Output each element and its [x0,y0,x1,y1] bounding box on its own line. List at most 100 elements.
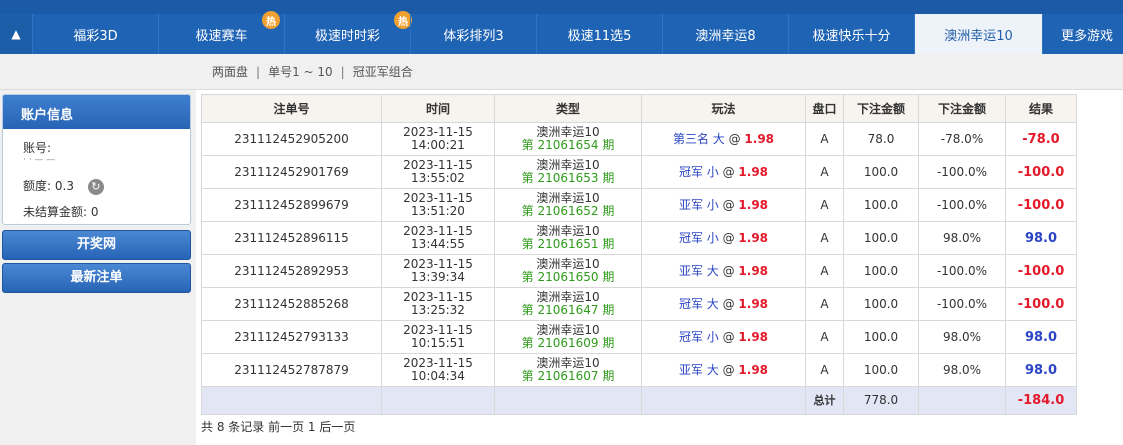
tab-fucai-3d[interactable]: 福彩3D [32,14,158,54]
bet-odds: 1.98 [744,131,775,146]
bet-pan: A [805,155,844,189]
bet-amount: 100.0 [843,353,919,387]
collapse-arrow-icon[interactable]: ▲ [0,14,32,54]
col-header: 玩法 [641,94,806,123]
table-row: 231112452896115 2023-11-15 13:44:55 澳洲幸运10 第… [201,221,1077,255]
bet-odds: 1.98 [738,263,769,278]
col-header: 时间 [381,94,495,123]
bet-time: 13:55:02 [411,171,465,185]
bet-id: 231112452899679 [201,188,382,222]
bet-result: -100.0 [1005,287,1077,321]
tab-aozhou-xingyun8[interactable]: 澳洲幸运8 [662,14,788,54]
table-header-row: 注单号 时间 类型 玩法 盘口 下注金额 下注金额 结果 [201,94,1077,123]
sidebar: 账户信息 账号: · · — — 额度: 0.3 ↻ 未结算金额: 0 开奖网 … [0,90,196,445]
bet-result: 98.0 [1005,221,1077,255]
bet-issue: 第 21061653 期 [521,171,615,185]
col-header: 下注金额 [843,94,919,123]
bet-id: 231112452793133 [201,320,382,354]
bet-pan: A [805,254,844,288]
table-row: 231112452892953 2023-11-15 13:39:34 澳洲幸运10 第… [201,254,1077,288]
bet-pan: A [805,122,844,156]
refresh-icon[interactable]: ↻ [87,178,104,195]
bet-issue: 第 21061650 期 [521,270,615,284]
bet-pan: A [805,353,844,387]
table-row: 231112452787879 2023-11-15 10:04:34 澳洲幸运10 第… [201,353,1077,387]
subnav-danhao[interactable]: 单号1 ~ 10 [268,65,333,79]
bet-play: 冠军 小 [678,230,719,245]
bet-result: -100.0 [1005,188,1077,222]
bet-play: 第三名 大 [672,131,725,146]
bet-odds: 1.98 [738,329,769,344]
bet-result: -78.0 [1005,122,1077,156]
account-label: 账号: [23,141,52,155]
bet-time: 13:25:32 [411,303,465,317]
col-header: 类型 [494,94,642,123]
bet-pan: A [805,221,844,255]
bet-amount: 100.0 [843,254,919,288]
pager: 共 8 条记录 前一页 1 后一页 [201,420,356,434]
col-header: 盘口 [805,94,844,123]
bet-id: 231112452787879 [201,353,382,387]
bet-result: -100.0 [1005,155,1077,189]
tab-jisu-kuaile10[interactable]: 极速快乐十分 [788,14,914,54]
tab-label: 极速时时彩 [314,28,380,44]
bet-id: 231112452901769 [201,155,382,189]
bet-result: 98.0 [1005,320,1077,354]
subnav-guanyajun[interactable]: 冠亚军组合 [353,65,413,79]
tab-label: 澳洲幸运8 [695,28,756,44]
bet-time: 10:04:34 [411,369,465,383]
table-row: 231112452885268 2023-11-15 13:25:32 澳洲幸运10 第… [201,287,1077,321]
tab-label: 澳洲幸运10 [944,28,1013,44]
bet-play: 亚军 大 [678,263,719,278]
col-header: 结果 [1005,94,1077,123]
results-site-button[interactable]: 开奖网 [2,230,191,260]
game-nav: ▲ 福彩3D 极速赛车热 极速时时彩热 体彩排列3 极速11选5 澳洲幸运8 极… [0,11,1123,54]
bet-pan: A [805,287,844,321]
bet-play: 冠军 小 [678,164,719,179]
bet-percent: -100.0% [918,155,1006,189]
account-value: · · — — [23,155,56,165]
bet-amount: 100.0 [843,188,919,222]
tab-jisu-11xuan5[interactable]: 极速11选5 [536,14,662,54]
bet-amount: 78.0 [843,122,919,156]
bet-id: 231112452896115 [201,221,382,255]
bet-issue: 第 21061647 期 [521,303,615,317]
bet-time: 10:15:51 [411,336,465,350]
bet-issue: 第 21061652 期 [521,204,615,218]
table-row: 231112452901769 2023-11-15 13:55:02 澳洲幸运10 第… [201,155,1077,189]
unsettled-value: 0 [90,205,99,219]
bet-amount: 100.0 [843,221,919,255]
bet-result: 98.0 [1005,353,1077,387]
total-amount: 778.0 [843,386,919,415]
bet-percent: -78.0% [918,122,1006,156]
total-row: 总计 778.0 -184.0 [201,386,1077,415]
tab-ticai-pailie3[interactable]: 体彩排列3 [410,14,536,54]
bet-id: 231112452905200 [201,122,382,156]
tab-label: 极速快乐十分 [812,28,891,44]
tab-jisu-saiche[interactable]: 极速赛车热 [158,11,284,54]
tab-more-games[interactable]: 更多游戏 [1042,14,1119,54]
bet-issue: 第 21061651 期 [521,237,615,251]
latest-bets-button[interactable]: 最新注单 [2,263,191,293]
account-panel-title: 账户信息 [3,95,190,129]
tab-aozhou-xingyun10[interactable]: 澳洲幸运10 [914,14,1042,54]
bets-table: 注单号 时间 类型 玩法 盘口 下注金额 下注金额 结果 23111245290… [201,94,1077,415]
unsettled-label: 未结算金额: [23,205,88,219]
bet-play: 亚军 大 [678,362,719,377]
bet-odds: 1.98 [738,164,769,179]
tab-label: 极速赛车 [195,28,248,44]
bet-odds: 1.98 [738,197,769,212]
tab-jisu-shishicai[interactable]: 极速时时彩热 [284,11,412,54]
bet-amount: 100.0 [843,287,919,321]
bet-time: 13:44:55 [411,237,465,251]
bet-time: 14:00:21 [411,138,465,152]
table-row: 231112452793133 2023-11-15 10:15:51 澳洲幸运10 第… [201,320,1077,354]
bet-play: 亚军 小 [678,197,719,212]
col-header: 下注金额 [918,94,1006,123]
bet-play: 冠军 大 [678,296,719,311]
bet-percent: 98.0% [918,320,1006,354]
subnav-liangmianpan[interactable]: 两面盘 [212,65,248,79]
bet-play: 冠军 小 [678,329,719,344]
sub-nav: 两面盘 | 单号1 ~ 10 | 冠亚军组合 [0,54,1123,90]
subnav-separator: | [256,65,261,79]
